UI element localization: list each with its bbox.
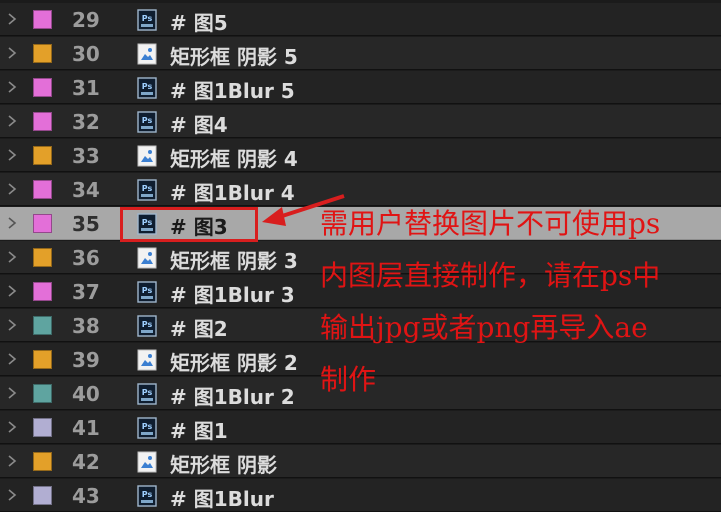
layer-number: 42 [72,450,100,474]
layer-name[interactable]: # 图5 [170,7,228,36]
label-color-swatch[interactable] [33,418,52,437]
chevron-right-icon[interactable] [6,11,18,27]
layer-name[interactable]: # 图2 [170,313,228,342]
photoshop-file-icon: Ps [137,111,157,133]
svg-text:Ps: Ps [142,184,153,193]
layer-number: 31 [72,76,100,100]
layer-number: 39 [72,348,100,372]
layer-number: 37 [72,280,100,304]
label-color-swatch[interactable] [33,146,52,165]
chevron-right-icon[interactable] [6,181,18,197]
chevron-right-icon[interactable] [6,113,18,129]
layer-number: 41 [72,416,100,440]
image-file-icon [137,451,157,473]
layer-number: 30 [72,42,100,66]
photoshop-file-icon: Ps [137,417,157,439]
photoshop-file-icon: Ps [137,9,157,31]
chevron-right-icon[interactable] [6,453,18,469]
layer-name[interactable]: # 图4 [170,109,228,138]
highlight-box [120,207,258,242]
chevron-right-icon[interactable] [6,419,18,435]
label-color-swatch[interactable] [33,350,52,369]
label-color-swatch[interactable] [33,112,52,131]
layer-number: 36 [72,246,100,270]
layer-row[interactable]: 33 矩形框 阴影 4 [0,139,721,172]
label-color-swatch[interactable] [33,78,52,97]
layer-row[interactable]: 32 Ps # 图4 [0,105,721,138]
chevron-right-icon[interactable] [6,351,18,367]
photoshop-file-icon: Ps [137,281,157,303]
layer-name[interactable]: 矩形框 阴影 4 [170,143,298,172]
label-color-swatch[interactable] [33,486,52,505]
layer-number: 43 [72,484,100,508]
layer-row[interactable]: 41 Ps # 图1 [0,411,721,444]
chevron-right-icon[interactable] [6,283,18,299]
svg-text:Ps: Ps [142,82,153,91]
label-color-swatch[interactable] [33,282,52,301]
label-color-swatch[interactable] [33,44,52,63]
layer-row[interactable]: 31 Ps # 图1Blur 5 [0,71,721,104]
layer-name[interactable]: # 图1Blur [170,483,274,512]
layer-row[interactable]: 30 矩形框 阴影 5 [0,37,721,70]
annotation-text: 需用户替换图片不可使用ps内图层直接制作，请在ps中输出jpg或者png再导入a… [320,207,661,396]
layer-name[interactable]: # 图1Blur 4 [170,177,295,206]
chevron-right-icon[interactable] [6,215,18,231]
svg-text:Ps: Ps [142,320,153,329]
label-color-swatch[interactable] [33,180,52,199]
svg-text:Ps: Ps [142,422,153,431]
svg-text:Ps: Ps [142,490,153,499]
photoshop-file-icon: Ps [137,485,157,507]
layer-name[interactable]: 矩形框 阴影 5 [170,41,298,70]
svg-text:Ps: Ps [142,14,153,23]
layer-number: 34 [72,178,100,202]
layer-row[interactable]: 29 Ps # 图5 [0,3,721,36]
layer-number: 29 [72,8,100,32]
photoshop-file-icon: Ps [137,383,157,405]
label-color-swatch[interactable] [33,452,52,471]
chevron-right-icon[interactable] [6,45,18,61]
layer-name[interactable]: # 图1Blur 5 [170,75,295,104]
image-file-icon [137,145,157,167]
chevron-right-icon[interactable] [6,147,18,163]
chevron-right-icon[interactable] [6,79,18,95]
svg-text:Ps: Ps [142,116,153,125]
layer-number: 33 [72,144,100,168]
layer-name[interactable]: # 图1Blur 3 [170,279,295,308]
photoshop-file-icon: Ps [137,77,157,99]
layer-number: 35 [72,212,100,236]
layer-number: 38 [72,314,100,338]
image-file-icon [137,349,157,371]
label-color-swatch[interactable] [33,248,52,267]
svg-text:Ps: Ps [142,286,153,295]
layer-row[interactable]: 43 Ps # 图1Blur [0,479,721,512]
label-color-swatch[interactable] [33,10,52,29]
photoshop-file-icon: Ps [137,315,157,337]
layer-name[interactable]: # 图1 [170,415,228,444]
image-file-icon [137,247,157,269]
layer-name[interactable]: # 图1Blur 2 [170,381,295,410]
image-file-icon [137,43,157,65]
svg-text:Ps: Ps [142,388,153,397]
layer-number: 40 [72,382,100,406]
photoshop-file-icon: Ps [137,179,157,201]
layer-name[interactable]: 矩形框 阴影 [170,449,277,478]
chevron-right-icon[interactable] [6,249,18,265]
chevron-right-icon[interactable] [6,487,18,503]
label-color-swatch[interactable] [33,316,52,335]
layer-name[interactable]: 矩形框 阴影 3 [170,245,298,274]
label-color-swatch[interactable] [33,214,52,233]
chevron-right-icon[interactable] [6,317,18,333]
layer-name[interactable]: 矩形框 阴影 2 [170,347,298,376]
layer-number: 32 [72,110,100,134]
chevron-right-icon[interactable] [6,385,18,401]
layer-row[interactable]: 42 矩形框 阴影 [0,445,721,478]
label-color-swatch[interactable] [33,384,52,403]
